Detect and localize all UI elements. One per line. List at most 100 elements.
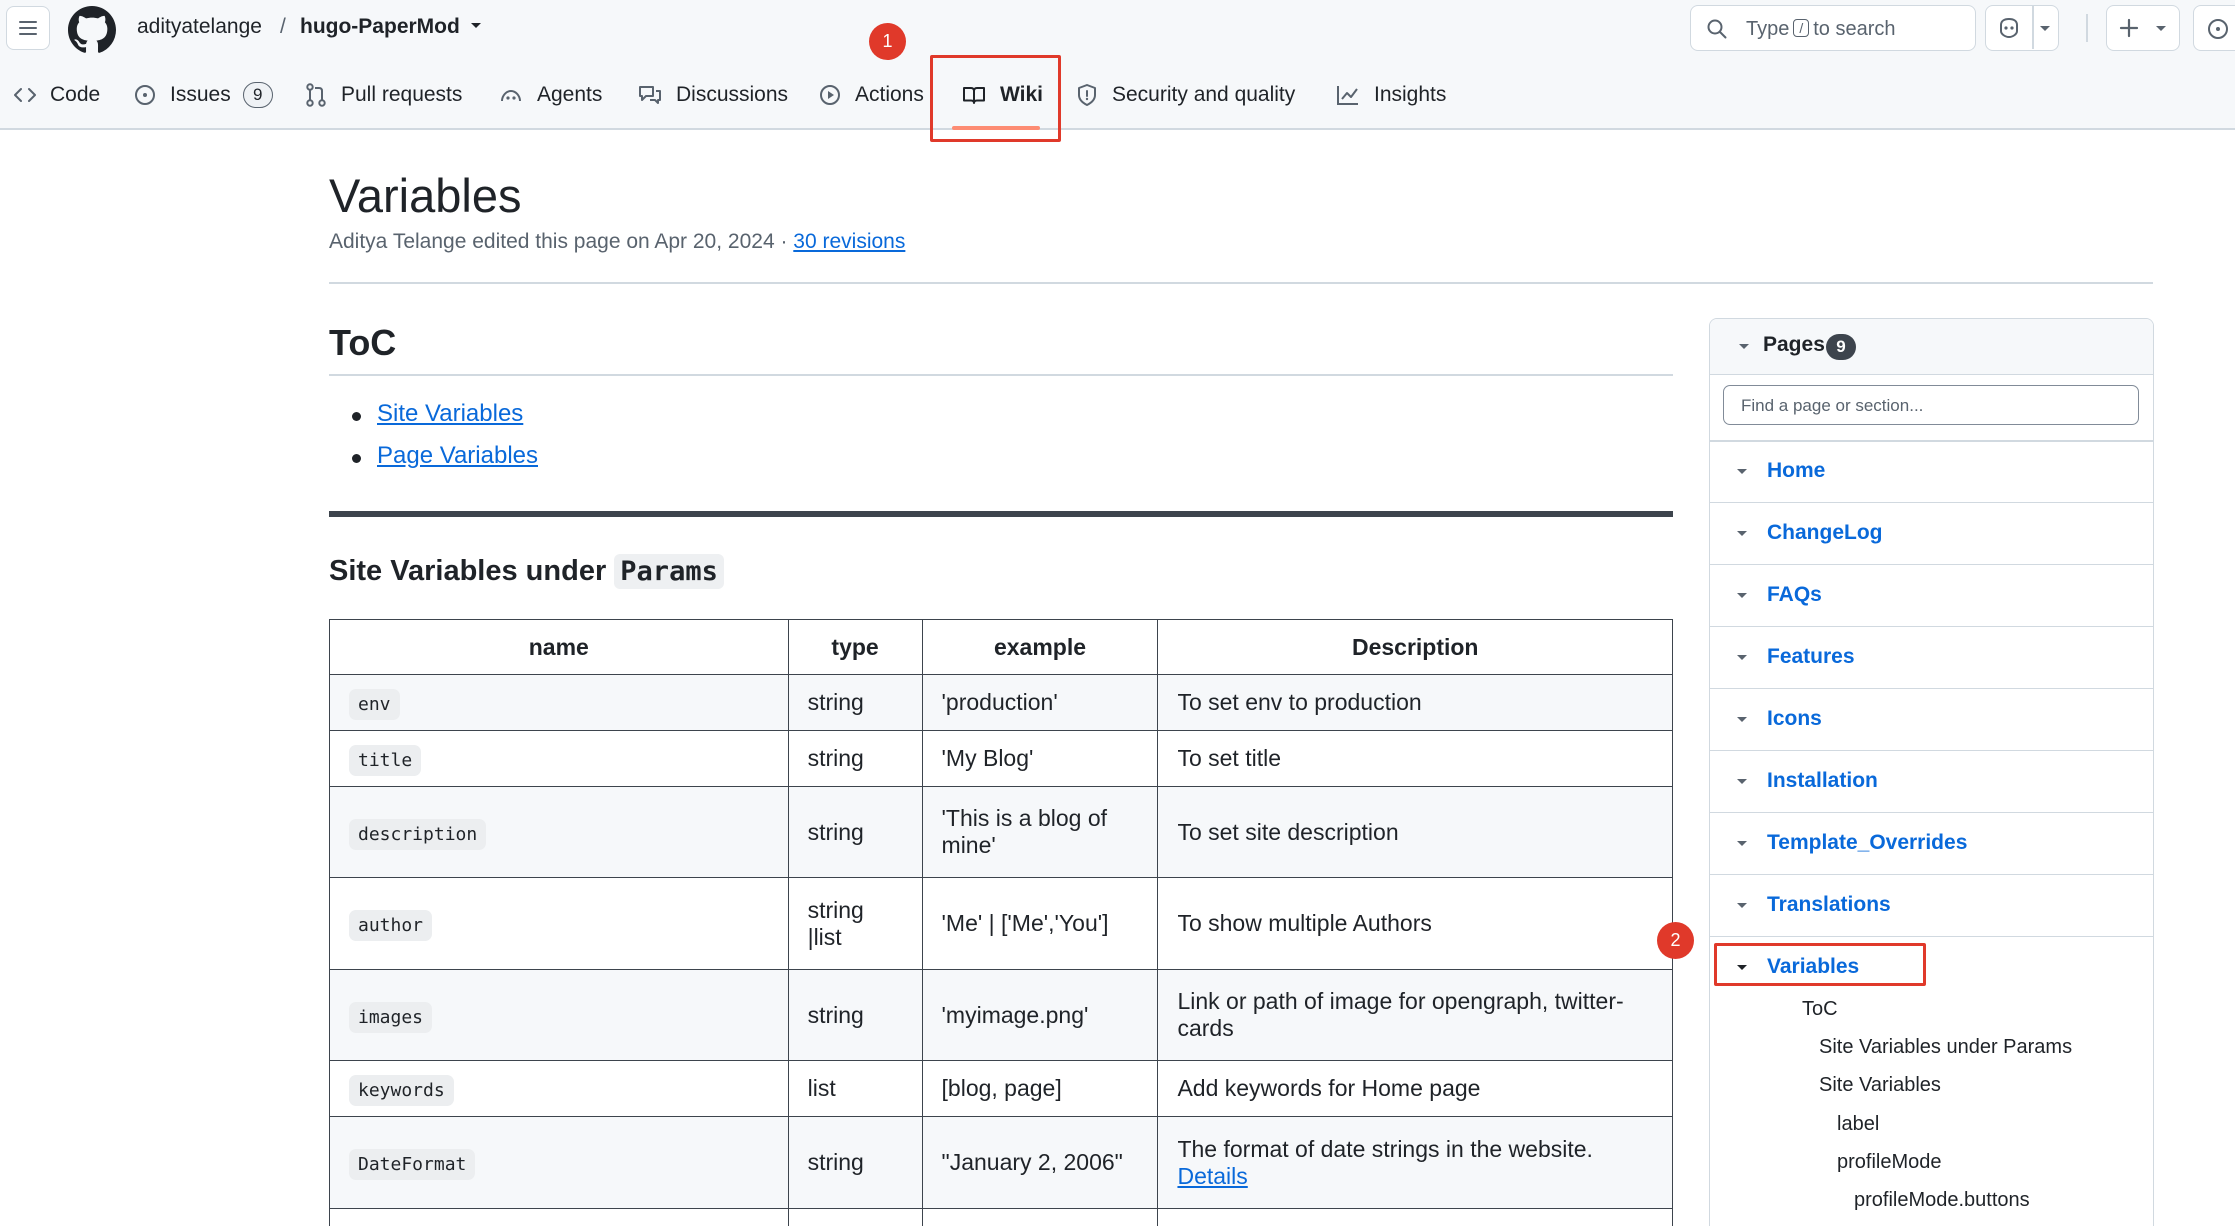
tab-label: Issues: [170, 83, 231, 106]
tab-code[interactable]: Code: [14, 70, 100, 120]
repo-owner-link[interactable]: adityatelange: [137, 15, 262, 39]
column-header: type: [787, 619, 923, 675]
cell-description: To set title: [1157, 730, 1673, 787]
triangle-down-icon: [1737, 841, 1747, 846]
agents-icon: [501, 89, 521, 102]
page-filter-placeholder: Find a page or section...: [1741, 396, 1924, 415]
variables-table: name type example Description env string…: [329, 619, 1673, 1226]
chevron-down-icon[interactable]: [2039, 25, 2051, 33]
page-link[interactable]: FAQs: [1767, 583, 1822, 607]
page-item-features[interactable]: Features: [1710, 627, 2153, 689]
page-item-faqs[interactable]: FAQs: [1710, 565, 2153, 627]
page-link[interactable]: Home: [1767, 459, 1825, 483]
tab-agents[interactable]: Agents: [499, 70, 602, 120]
cell-description: Link or path of image for opengraph, twi…: [1157, 969, 1673, 1061]
toc-heading: ToC: [329, 322, 397, 363]
table-row: env string 'production' To set env to pr…: [329, 674, 1673, 731]
tab-security[interactable]: Security and quality: [1076, 70, 1295, 120]
plus-icon: [2119, 18, 2139, 38]
cell-name: author: [329, 877, 789, 970]
section-link-site-variables[interactable]: Site Variables: [1819, 1074, 1941, 1097]
table-row: author string |list 'Me' | ['Me','You'] …: [329, 877, 1673, 970]
create-new-button[interactable]: [2106, 5, 2180, 51]
tab-pull-requests[interactable]: Pull requests: [305, 70, 462, 120]
graph-icon: [1337, 86, 1358, 105]
tab-label: Insights: [1374, 83, 1447, 106]
section-link-profilemode-buttons[interactable]: profileMode.buttons: [1854, 1189, 2030, 1212]
section-link-label[interactable]: label: [1837, 1113, 1879, 1136]
section-link-site-variables-params[interactable]: Site Variables under Params: [1819, 1036, 2072, 1059]
inline-code: Params: [614, 554, 724, 589]
section-link-toc[interactable]: ToC: [1802, 998, 1838, 1021]
issues-count-badge: 9: [242, 82, 273, 108]
table-row: DateFormat string "January 2, 2006" The …: [329, 1116, 1673, 1209]
shield-icon: [1078, 84, 1096, 106]
toc-link-page-variables[interactable]: Page Variables: [377, 442, 538, 469]
tab-issues[interactable]: Issues 9: [134, 70, 273, 120]
cell-example: 'production': [921, 674, 1159, 731]
page-item-home[interactable]: Home: [1710, 441, 2153, 503]
pages-header[interactable]: Pages 9: [1710, 319, 2153, 375]
page-link[interactable]: Translations: [1767, 893, 1891, 917]
triangle-down-icon: [1737, 903, 1747, 908]
table-row: images string 'myimage.png' Link or path…: [329, 969, 1673, 1061]
revisions-link[interactable]: 30 revisions: [793, 230, 905, 253]
repo-name-link[interactable]: hugo-PaperMod: [300, 15, 460, 39]
page-item-icons[interactable]: Icons: [1710, 689, 2153, 751]
copilot-button[interactable]: [1985, 5, 2059, 51]
toc-link-site-variables[interactable]: Site Variables: [377, 400, 523, 427]
details-link[interactable]: Details: [1177, 1163, 1247, 1189]
page-link[interactable]: Template_Overrides: [1767, 831, 1967, 855]
divider: [329, 282, 2153, 284]
table-header-row: name type example Description: [329, 619, 1673, 675]
page-item-translations[interactable]: Translations: [1710, 875, 2153, 937]
cell-name: keywords: [329, 1060, 789, 1117]
search-button[interactable]: Type / to search: [1690, 5, 1976, 51]
tab-actions[interactable]: Actions: [819, 70, 924, 120]
menu-button[interactable]: [6, 6, 50, 50]
tab-label: Agents: [537, 83, 603, 106]
cell-description: The format of date strings in the websit…: [1157, 1116, 1673, 1209]
code-icon: [14, 88, 36, 102]
section-link-profilemode[interactable]: profileMode: [1837, 1151, 1942, 1174]
table-row: title string 'My Blog' To set title: [329, 730, 1673, 787]
copilot-icon: [2000, 17, 2018, 39]
issue-opened-icon: [2208, 19, 2228, 39]
page-item-template-overrides[interactable]: Template_Overrides: [1710, 813, 2153, 875]
list-item: Site Variables: [352, 400, 538, 442]
page-link[interactable]: Features: [1767, 645, 1855, 669]
annotation-badge-1: 1: [869, 23, 906, 60]
table-row: [329, 1208, 1673, 1226]
pages-count-badge: 9: [1826, 334, 1856, 360]
tab-discussions[interactable]: Discussions: [638, 70, 788, 120]
tab-insights[interactable]: Insights: [1336, 70, 1446, 120]
github-logo-icon[interactable]: [68, 6, 116, 54]
cell-description: Add keywords for Home page: [1157, 1060, 1673, 1117]
caret-down-icon[interactable]: [470, 22, 482, 30]
page-link[interactable]: ChangeLog: [1767, 521, 1883, 545]
pages-title: Pages: [1763, 333, 1825, 356]
cell-description: To show multiple Authors: [1157, 877, 1673, 970]
play-icon: [820, 85, 840, 105]
path-separator: /: [280, 15, 286, 38]
page-link[interactable]: Installation: [1767, 769, 1878, 793]
cell-name: images: [329, 969, 789, 1061]
page-filter-input[interactable]: Find a page or section...: [1723, 385, 2139, 425]
column-header: name: [329, 619, 789, 675]
triangle-down-icon: [1737, 469, 1747, 474]
tab-label: Security and quality: [1112, 83, 1296, 106]
table-row: description string 'This is a blog of mi…: [329, 786, 1673, 878]
your-issues-button[interactable]: [2193, 5, 2235, 51]
cell-example: 'myimage.png': [921, 969, 1159, 1061]
cell-example: [blog, page]: [921, 1060, 1159, 1117]
cell-name: DateFormat: [329, 1116, 789, 1209]
search-icon: [1707, 19, 1727, 39]
cell-example: 'This is a blog of mine': [921, 786, 1159, 878]
page-link[interactable]: Icons: [1767, 707, 1822, 731]
toc-list: Site Variables Page Variables: [352, 400, 538, 484]
page-item-changelog[interactable]: ChangeLog: [1710, 503, 2153, 565]
tab-label: Discussions: [676, 83, 789, 106]
triangle-down-icon: [1737, 655, 1747, 660]
page-item-installation[interactable]: Installation: [1710, 751, 2153, 813]
page-meta: Aditya Telange edited this page on Apr 2…: [329, 230, 906, 253]
